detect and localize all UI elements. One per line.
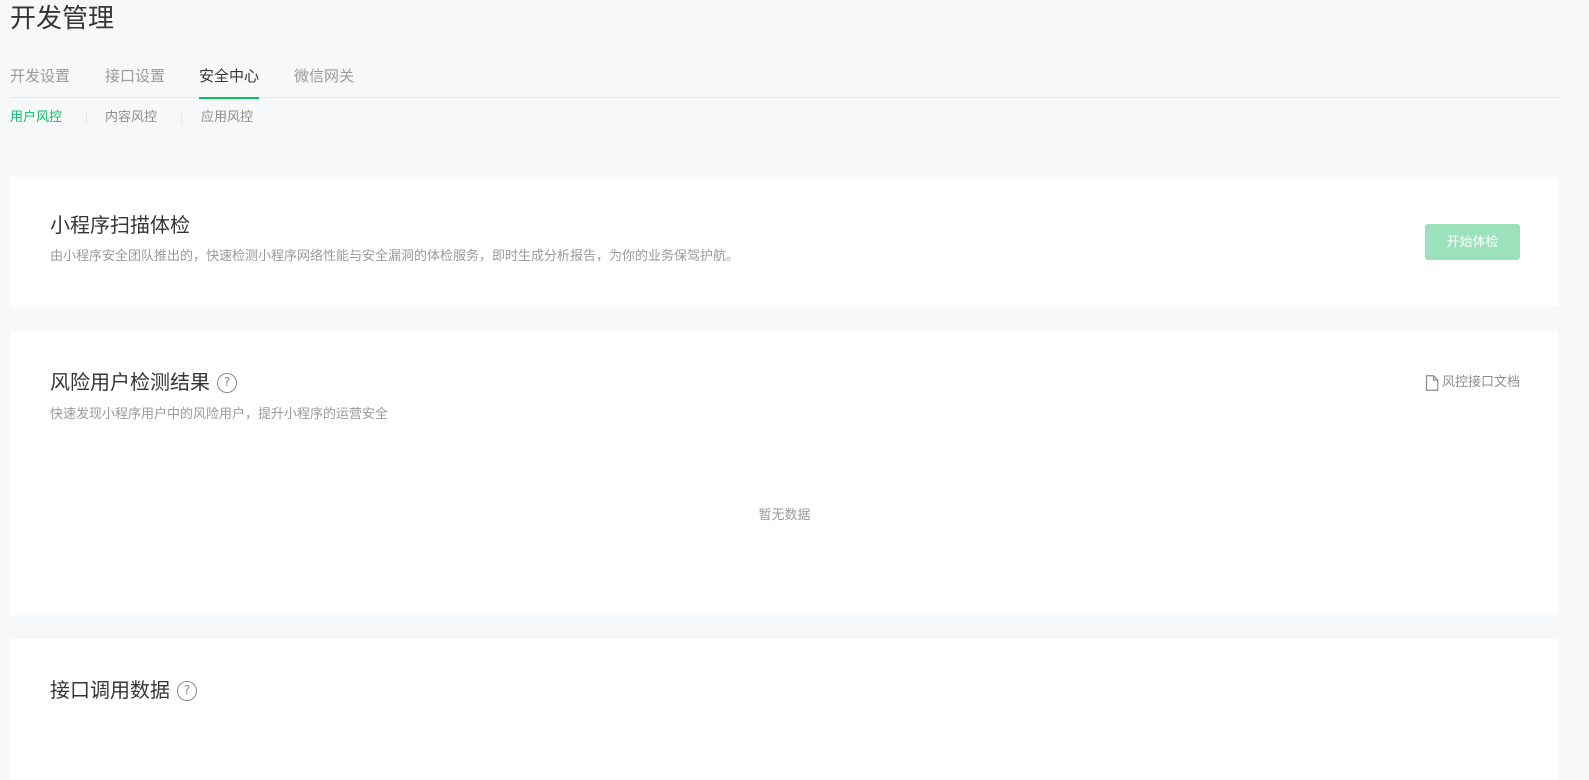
doc-link-label: 风控接口文档 xyxy=(1441,375,1520,390)
question-circle-icon[interactable]: ? xyxy=(217,373,237,393)
risk-control-doc-link[interactable]: 风控接口文档 xyxy=(1425,374,1520,392)
subtab-user-risk-control[interactable]: 用户风控 xyxy=(10,108,62,128)
subtab-content-risk-control[interactable]: 内容风控 xyxy=(105,108,157,128)
subtab-divider xyxy=(86,111,87,125)
scan-card-title: 小程序扫描体检 xyxy=(50,213,190,237)
risk-user-card-title: 风险用户检测结果 xyxy=(50,370,210,394)
start-scan-button[interactable]: 开始体检 xyxy=(1425,224,1520,260)
question-circle-icon[interactable]: ? xyxy=(177,681,197,701)
page-title: 开发管理 xyxy=(10,4,115,34)
scan-card-description: 由小程序安全团队推出的，快速检测小程序网络性能与安全漏洞的体检服务，即时生成分析… xyxy=(50,249,740,264)
tab-api-settings[interactable]: 接口设置 xyxy=(105,64,165,98)
risk-user-card: 风险用户检测结果 ? 快速发现小程序用户中的风险用户，提升小程序的运营安全 风控… xyxy=(10,331,1559,615)
document-icon xyxy=(1425,375,1439,391)
tab-security-center[interactable]: 安全中心 xyxy=(199,64,260,99)
empty-state-text: 暂无数据 xyxy=(758,508,811,523)
main-tabs: 开发设置 接口设置 安全中心 微信网关 xyxy=(10,64,1560,99)
tab-wechat-gateway[interactable]: 微信网关 xyxy=(294,64,354,98)
page: 开发管理 开发设置 接口设置 安全中心 微信网关 用户风控 内容风控 应用风控 … xyxy=(0,0,1589,780)
api-call-card: 接口调用数据 ? xyxy=(10,639,1559,780)
api-call-card-title: 接口调用数据 xyxy=(50,678,170,702)
scan-card: 小程序扫描体检 由小程序安全团队推出的，快速检测小程序网络性能与安全漏洞的体检服… xyxy=(10,177,1559,307)
subtab-app-risk-control[interactable]: 应用风控 xyxy=(201,108,253,128)
subtab-divider xyxy=(181,111,182,125)
risk-user-card-description: 快速发现小程序用户中的风险用户，提升小程序的运营安全 xyxy=(50,407,389,422)
tab-dev-settings[interactable]: 开发设置 xyxy=(10,64,70,98)
